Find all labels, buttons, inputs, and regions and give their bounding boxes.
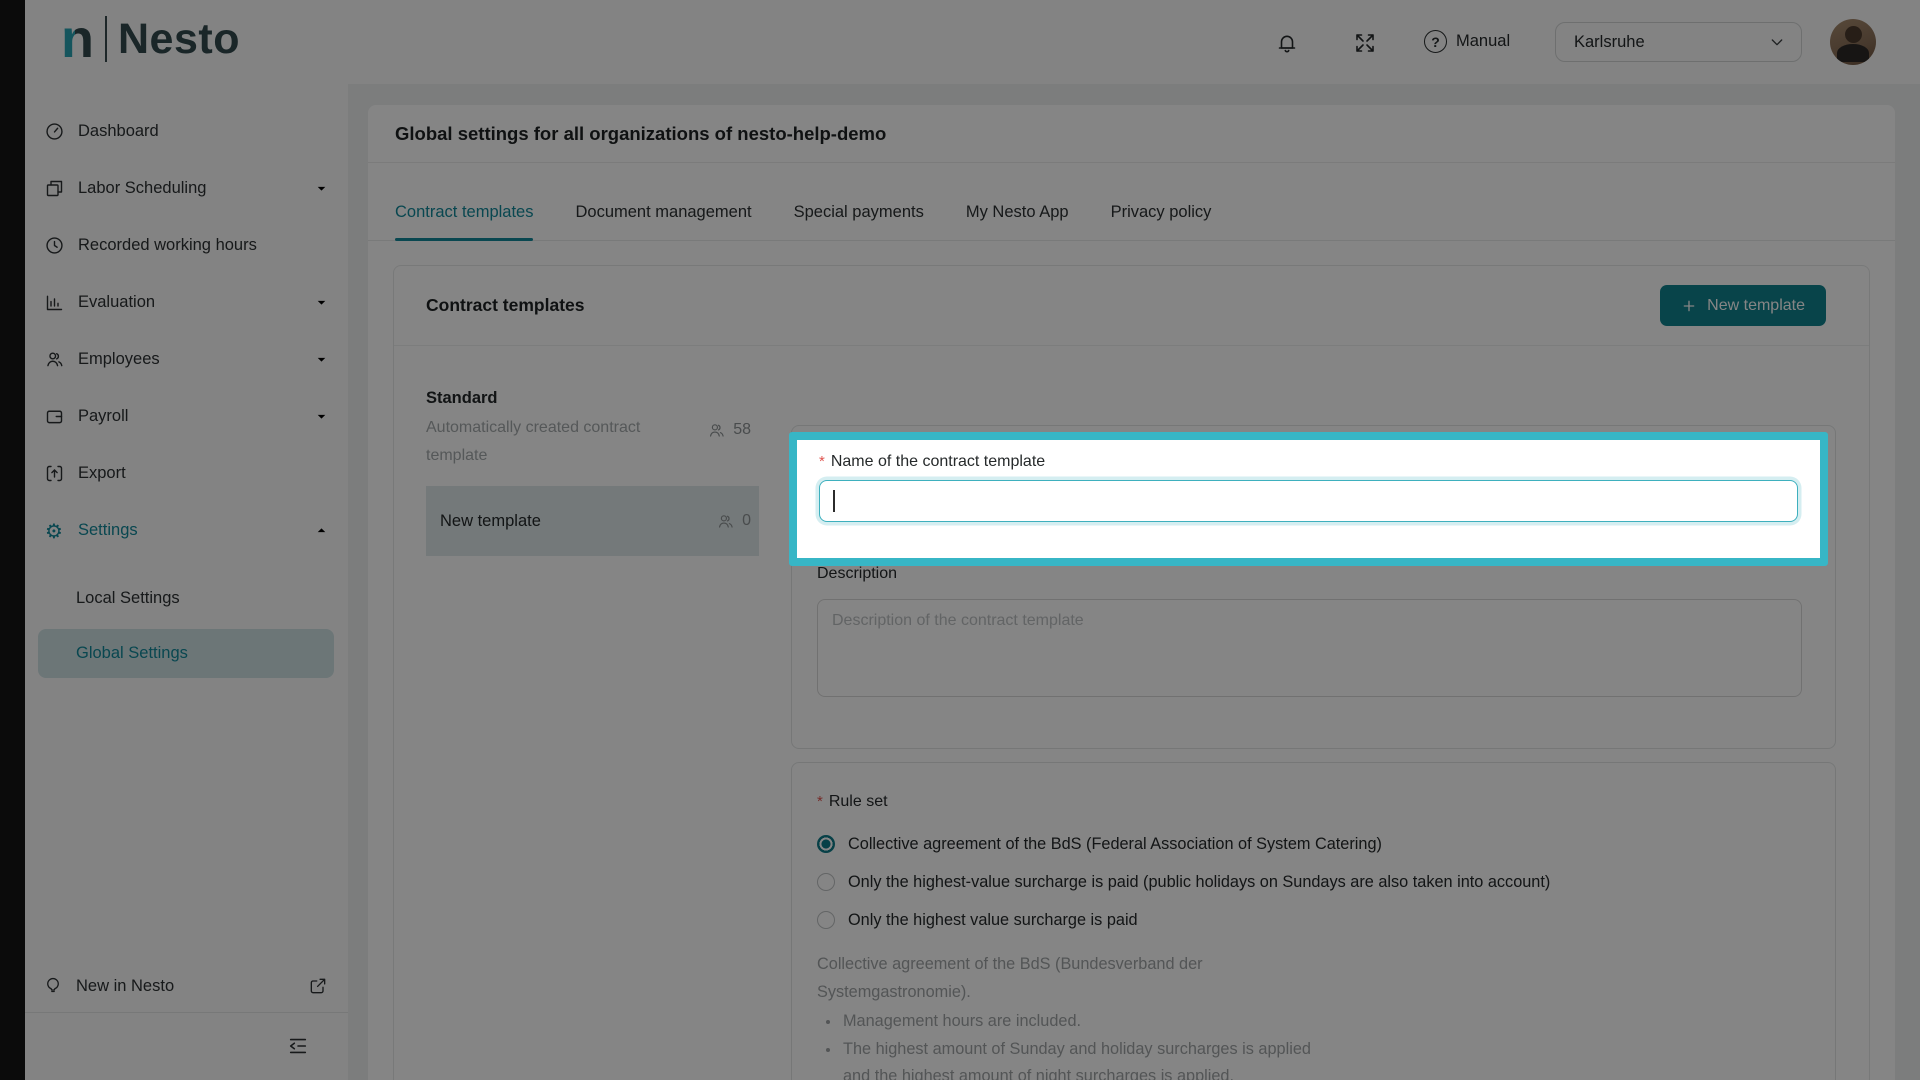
tour-spotlight-name-field: * Name of the contract template (789, 432, 1828, 566)
text-caret (833, 490, 835, 512)
contract-template-name-input[interactable] (819, 480, 1798, 522)
required-mark: * (819, 453, 825, 470)
name-field-label-text: Name of the contract template (831, 453, 1045, 470)
name-field-label: * Name of the contract template (819, 453, 1045, 470)
name-input-wrapper (819, 480, 1798, 522)
